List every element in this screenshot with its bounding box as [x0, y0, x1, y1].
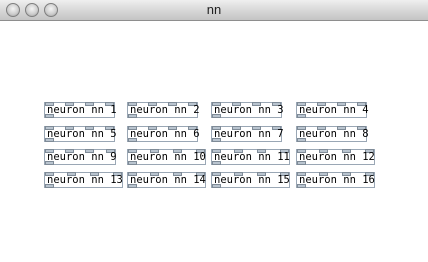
outlet[interactable]: [128, 138, 137, 142]
patch-canvas[interactable]: neuron nn 1 neuron nn 2 neuron nn 3 neur…: [0, 21, 428, 262]
neuron-object-2[interactable]: neuron nn 2: [127, 102, 200, 118]
object-label: neuron nn 12: [299, 151, 375, 163]
neuron-object-6[interactable]: neuron nn 6: [127, 126, 200, 142]
object-label: neuron nn 16: [299, 174, 375, 186]
title-bar[interactable]: nn: [0, 0, 428, 21]
object-label: neuron nn 1: [47, 104, 117, 116]
neuron-object-3[interactable]: neuron nn 3: [211, 102, 284, 118]
object-label: neuron nn 10: [130, 151, 206, 163]
outlet[interactable]: [297, 138, 306, 142]
neuron-object-16[interactable]: neuron nn 16: [296, 172, 375, 188]
neuron-object-12[interactable]: neuron nn 12: [296, 149, 375, 165]
outlet[interactable]: [45, 161, 54, 165]
neuron-object-5[interactable]: neuron nn 5: [44, 126, 117, 142]
patch-window: nn neuron nn 1 neuron nn 2 neuron nn 3 n…: [0, 0, 428, 262]
object-label: neuron nn 14: [130, 174, 206, 186]
neuron-object-9[interactable]: neuron nn 9: [44, 149, 117, 165]
neuron-object-15[interactable]: neuron nn 15: [211, 172, 290, 188]
neuron-object-1[interactable]: neuron nn 1: [44, 102, 117, 118]
outlet[interactable]: [297, 114, 306, 118]
outlet[interactable]: [212, 184, 221, 188]
outlet[interactable]: [45, 184, 54, 188]
object-label: neuron nn 4: [299, 104, 369, 116]
outlet[interactable]: [212, 114, 221, 118]
object-label: neuron nn 15: [214, 174, 290, 186]
outlet[interactable]: [128, 161, 137, 165]
outlet[interactable]: [212, 161, 221, 165]
object-label: neuron nn 8: [299, 128, 369, 140]
object-label: neuron nn 6: [130, 128, 200, 140]
outlet[interactable]: [45, 138, 54, 142]
outlet[interactable]: [128, 184, 137, 188]
object-label: neuron nn 11: [214, 151, 290, 163]
window-title: nn: [206, 2, 222, 17]
outlet[interactable]: [297, 184, 306, 188]
object-label: neuron nn 9: [47, 151, 117, 163]
outlet[interactable]: [128, 114, 137, 118]
neuron-object-4[interactable]: neuron nn 4: [296, 102, 369, 118]
object-label: neuron nn 13: [47, 174, 123, 186]
object-label: neuron nn 2: [130, 104, 200, 116]
neuron-object-8[interactable]: neuron nn 8: [296, 126, 369, 142]
outlet[interactable]: [45, 114, 54, 118]
neuron-object-13[interactable]: neuron nn 13: [44, 172, 123, 188]
outlet[interactable]: [212, 138, 221, 142]
outlet[interactable]: [297, 161, 306, 165]
object-label: neuron nn 5: [47, 128, 117, 140]
neuron-object-11[interactable]: neuron nn 11: [211, 149, 290, 165]
neuron-object-10[interactable]: neuron nn 10: [127, 149, 206, 165]
object-label: neuron nn 3: [214, 104, 284, 116]
neuron-object-14[interactable]: neuron nn 14: [127, 172, 206, 188]
object-label: neuron nn 7: [214, 128, 284, 140]
neuron-object-7[interactable]: neuron nn 7: [211, 126, 284, 142]
